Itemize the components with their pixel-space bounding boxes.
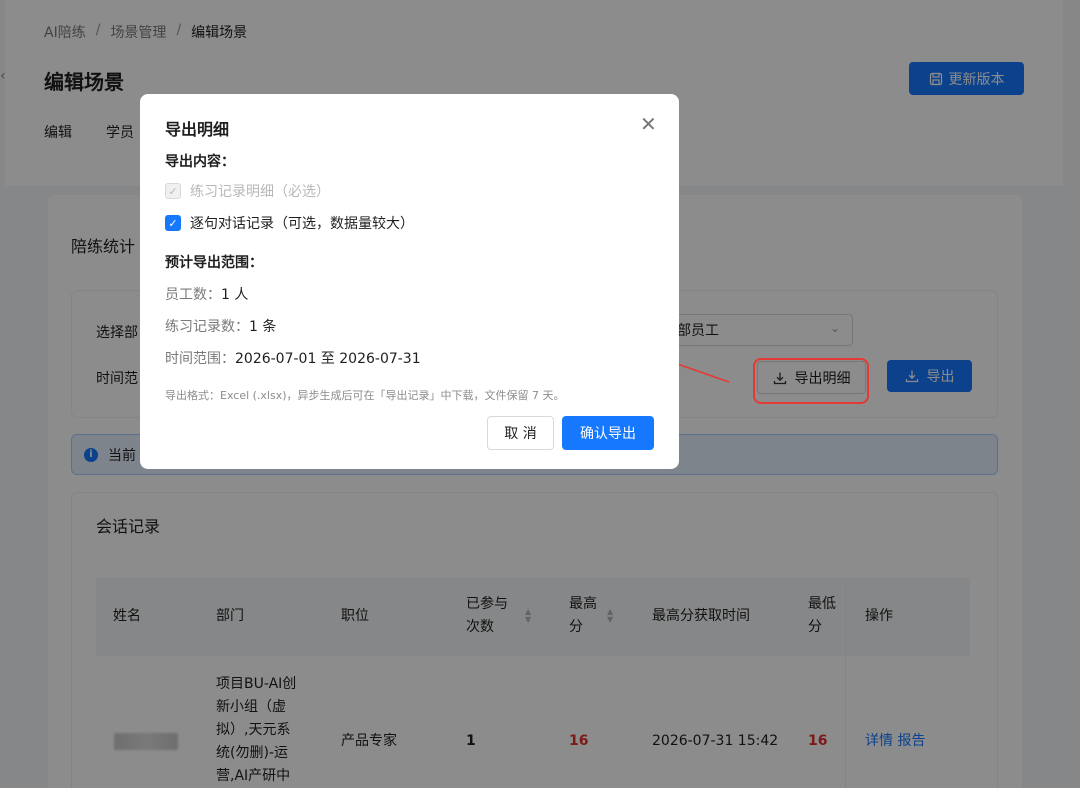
option-practice-records-label: 练习记录明细（必选） bbox=[190, 184, 330, 200]
record-count-value: 1 条 bbox=[249, 319, 277, 335]
record-count: 练习记录数：1 条 bbox=[165, 316, 276, 336]
dialog-title: 导出明细 bbox=[165, 120, 230, 139]
annotation-highlight-ring bbox=[753, 358, 869, 404]
employee-count-value: 1 人 bbox=[221, 287, 249, 303]
time-range: 时间范围：2026-07-01 至 2026-07-31 bbox=[165, 348, 421, 368]
check-icon[interactable]: ✓ bbox=[165, 215, 181, 231]
confirm-export-button[interactable]: 确认导出 bbox=[562, 416, 654, 450]
export-range-heading: 预计导出范围： bbox=[165, 255, 263, 271]
time-range-value: 2026-07-01 至 2026-07-31 bbox=[235, 351, 421, 367]
check-icon: ✓ bbox=[165, 183, 181, 199]
export-content-heading: 导出内容： bbox=[165, 154, 235, 170]
export-detail-dialog: 导出明细 ✕ 导出内容： ✓ 练习记录明细（必选） ✓ 逐句对话记录（可选，数据… bbox=[140, 94, 679, 469]
cancel-button[interactable]: 取 消 bbox=[487, 416, 554, 450]
option-practice-records: ✓ 练习记录明细（必选） bbox=[165, 181, 330, 201]
export-format-hint: 导出格式：Excel (.xlsx)，异步生成后可在「导出记录」中下载，文件保留… bbox=[165, 389, 565, 402]
record-count-label: 练习记录数： bbox=[165, 319, 249, 335]
option-dialogue-records[interactable]: ✓ 逐句对话记录（可选，数据量较大） bbox=[165, 213, 414, 233]
option-dialogue-records-label: 逐句对话记录（可选，数据量较大） bbox=[190, 216, 414, 232]
employee-count: 员工数：1 人 bbox=[165, 284, 248, 304]
close-icon[interactable]: ✕ bbox=[640, 112, 657, 136]
employee-count-label: 员工数： bbox=[165, 287, 221, 303]
time-range-label: 时间范围： bbox=[165, 351, 235, 367]
